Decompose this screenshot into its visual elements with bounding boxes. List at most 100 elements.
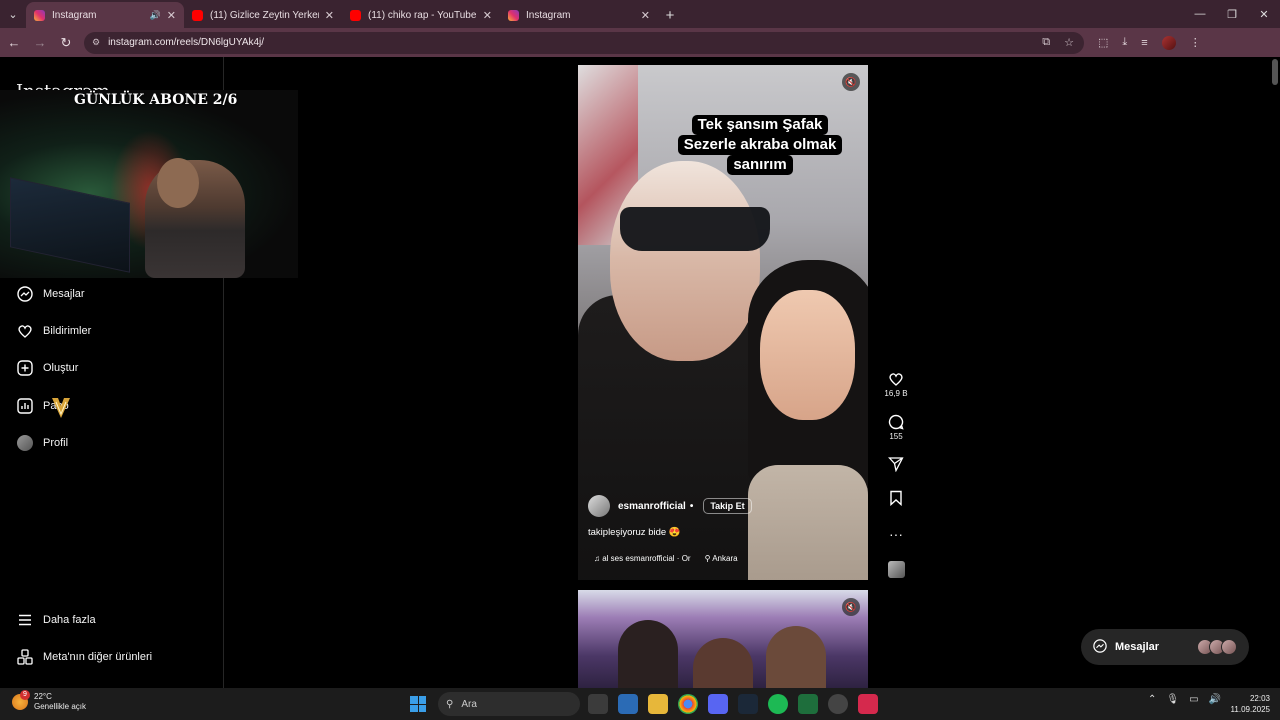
taskbar-search[interactable]: ⚲ Ara [438, 692, 580, 716]
new-tab-button[interactable]: + [658, 2, 682, 28]
windows-start-icon[interactable] [410, 696, 426, 712]
next-reel-preview[interactable]: 🔇 [578, 590, 868, 688]
close-tab-icon[interactable]: ✕ [483, 9, 492, 22]
sidebar-item-label: Mesajlar [43, 287, 85, 300]
weather-temp: 22°C [34, 692, 52, 701]
close-tab-icon[interactable]: ✕ [325, 9, 334, 22]
reel-audio-info: ♫ al ses esmanrofficial · Or ⚲ Ankara [594, 554, 738, 563]
hamburger-icon [16, 611, 33, 628]
messages-pill-label: Mesajlar [1115, 641, 1160, 653]
messages-pill-button[interactable]: Mesajlar [1081, 629, 1249, 665]
taskbar-clock[interactable]: 22:03 11.09.2025 [1231, 693, 1270, 715]
extensions-icon[interactable]: ⬚ [1098, 36, 1108, 49]
profile-avatar [16, 434, 33, 451]
reel-author: esmanrofficial • Takip Et [588, 495, 752, 517]
close-tab-icon[interactable]: ✕ [641, 9, 650, 22]
tab-instagram-active[interactable]: Instagram 🔊 ✕ [26, 2, 184, 28]
comment-button[interactable]: 155 [883, 414, 909, 441]
menu-dots-icon[interactable]: ⋮ [1190, 36, 1201, 49]
audio-thumbnail[interactable] [883, 561, 909, 578]
address-bar[interactable]: ⚙ instagram.com/reels/DN6lgUYAk4j/ ⧉ ☆ [84, 31, 1084, 54]
author-avatar[interactable] [588, 495, 610, 517]
location-link[interactable]: ⚲ Ankara [705, 554, 738, 563]
mute-speaker-icon[interactable]: 🔇 [842, 73, 860, 91]
tab-instagram-2[interactable]: Instagram ✕ [500, 2, 658, 28]
taskbar-apps [588, 694, 878, 714]
sidebar-item-label: Meta'nın diğer ürünleri [43, 650, 153, 663]
bookmark-star-icon[interactable]: ☆ [1064, 36, 1074, 49]
instagram-favicon-icon [508, 9, 519, 21]
file-explorer-icon[interactable] [648, 694, 668, 714]
stream-overlay-title: GÜNLÜK ABONE 2/6 [74, 92, 238, 108]
weather-desc: Genellikle açık [34, 702, 87, 711]
download-icon[interactable]: ⤓ [1122, 36, 1127, 49]
tab-youtube-1[interactable]: (11) Gizlice Zeytin Yerken Yakala ✕ [184, 2, 342, 28]
sidebar-item-label: Profil [43, 436, 69, 449]
heart-icon [888, 371, 904, 389]
app-icon[interactable] [858, 694, 878, 714]
comment-bubble-icon [888, 414, 904, 432]
bar-chart-icon [16, 397, 33, 414]
tray-chevron-icon[interactable]: ⌃ [1148, 694, 1156, 705]
close-tab-icon[interactable]: ✕ [167, 9, 176, 22]
share-button[interactable] [883, 456, 909, 474]
chrome-icon[interactable] [678, 694, 698, 714]
minimize-icon[interactable]: — [1184, 0, 1216, 28]
tab-youtube-2[interactable]: (11) chiko rap - YouTube ✕ [342, 2, 500, 28]
like-button[interactable]: 16,9 B [883, 371, 909, 398]
media-control-icon[interactable]: ≡ [1141, 37, 1147, 49]
reload-icon[interactable]: ↻ [54, 31, 78, 55]
site-info-icon[interactable]: ⚙ [92, 37, 100, 48]
restore-icon[interactable]: ❐ [1216, 0, 1248, 28]
sidebar-item-create[interactable]: Oluştur [16, 359, 78, 376]
microphone-icon[interactable]: 🎙 [1166, 694, 1179, 705]
discord-icon[interactable] [708, 694, 728, 714]
window-controls: — ❐ ✕ [1184, 0, 1280, 28]
sidebar-item-label: Oluştur [43, 361, 79, 374]
steam-icon[interactable] [738, 694, 758, 714]
back-arrow-icon[interactable]: ← [2, 31, 26, 55]
close-window-icon[interactable]: ✕ [1248, 0, 1280, 28]
save-button[interactable] [883, 490, 909, 508]
youtube-favicon-icon [192, 9, 203, 21]
audio-link[interactable]: ♫ al ses esmanrofficial · Or [594, 554, 691, 563]
like-count: 16,9 B [884, 389, 908, 398]
follow-button[interactable]: Takip Et [703, 498, 752, 514]
sidebar-item-messages[interactable]: Mesajlar [16, 285, 85, 302]
sidebar-item-meta-products[interactable]: Meta'nın diğer ürünleri [16, 648, 152, 665]
author-username[interactable]: esmanrofficial [618, 501, 686, 512]
meta-apps-icon [16, 648, 33, 665]
send-paper-plane-icon [888, 456, 904, 474]
music-note-icon: ♫ [594, 554, 600, 563]
reel-video[interactable]: Tek şansım Şafak Sezerle akraba olmak sa… [578, 65, 868, 580]
stream-webcam-overlay: GÜNLÜK ABONE 2/6 [0, 90, 298, 278]
instagram-page: Instagram Mesajlar Bildirimler Oluştur P… [0, 57, 1280, 688]
browser-toolbar: ← → ↻ ⚙ instagram.com/reels/DN6lgUYAk4j/… [0, 28, 1280, 57]
install-app-icon[interactable]: ⧉ [1042, 36, 1050, 49]
obs-icon[interactable] [828, 694, 848, 714]
sidebar-item-profile[interactable]: Profil [16, 434, 68, 451]
tab-search-chevron-icon[interactable]: ⌄ [0, 0, 26, 28]
more-dots-icon: ··· [889, 526, 903, 542]
speaker-icon[interactable]: 🔊 [150, 10, 161, 21]
sidebar-item-label: Daha fazla [43, 613, 96, 626]
store-icon[interactable] [618, 694, 638, 714]
plus-square-icon [16, 359, 33, 376]
display-icon[interactable]: ▭ [1189, 694, 1198, 705]
task-view-icon[interactable] [588, 694, 608, 714]
excel-icon[interactable] [798, 694, 818, 714]
more-options-button[interactable]: ··· [883, 525, 909, 543]
forward-arrow-icon[interactable]: → [28, 31, 52, 55]
weather-sun-icon: 9 [12, 690, 30, 710]
volume-icon[interactable]: 🔊 [1209, 694, 1221, 705]
url-text[interactable]: instagram.com/reels/DN6lgUYAk4j/ [108, 37, 1042, 48]
profile-avatar-icon[interactable] [1161, 35, 1176, 50]
weather-widget[interactable]: 9 22°C Genellikle açık [12, 690, 87, 712]
page-scrollbar[interactable] [1270, 57, 1280, 688]
system-tray: ⌃ 🎙 ▭ 🔊 [1148, 694, 1221, 705]
sidebar-item-more[interactable]: Daha fazla [16, 611, 96, 628]
spotify-icon[interactable] [768, 694, 788, 714]
mute-speaker-icon[interactable]: 🔇 [842, 598, 860, 616]
bookmark-icon [888, 490, 904, 508]
sidebar-item-notifications[interactable]: Bildirimler [16, 322, 91, 339]
